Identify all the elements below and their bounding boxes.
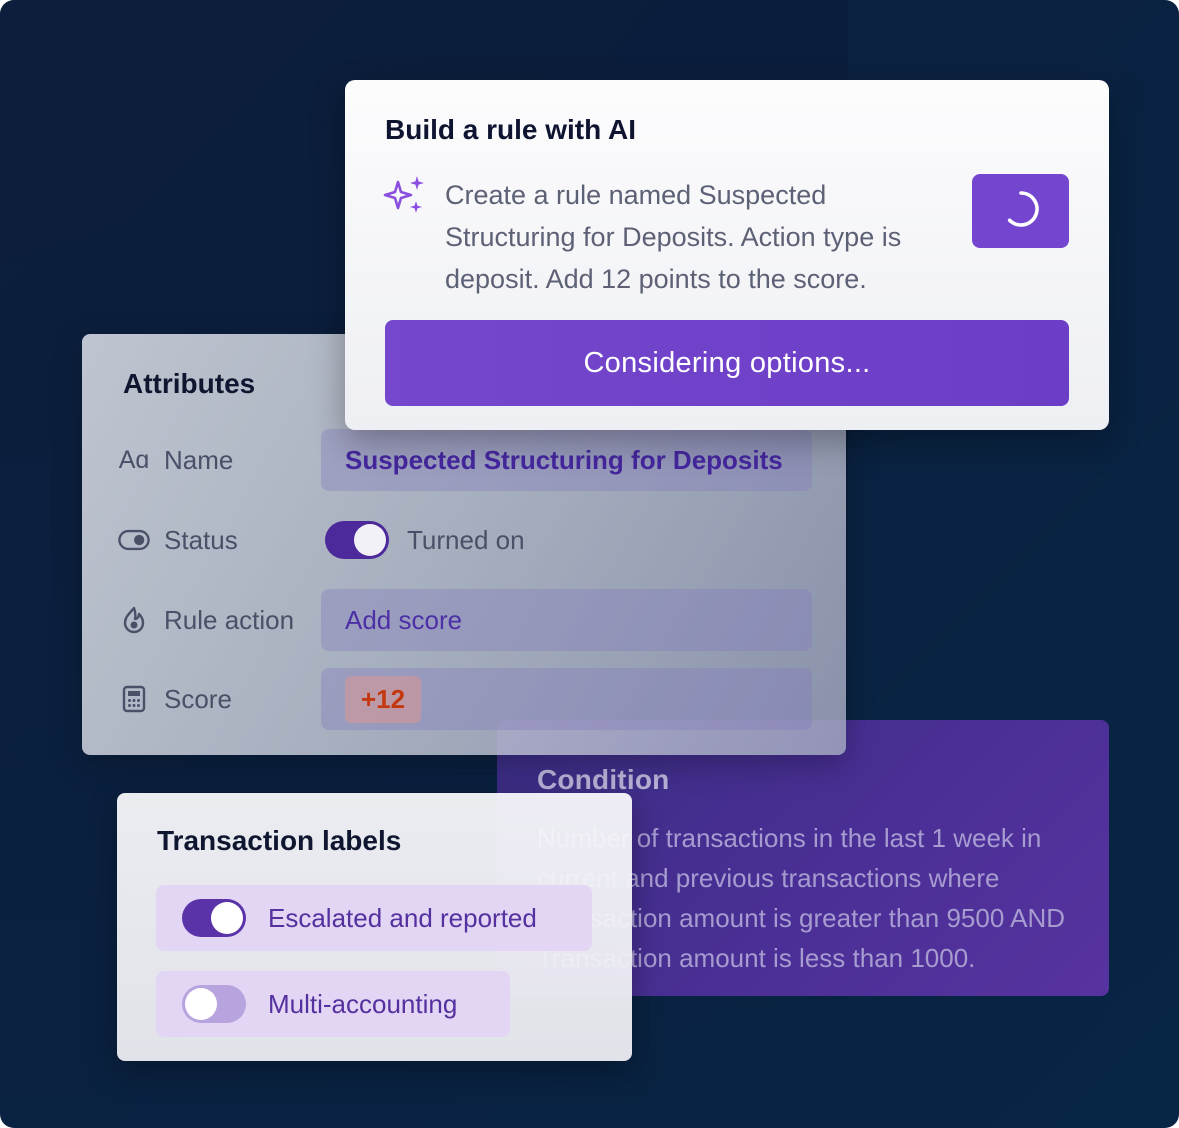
label-text: Escalated and reported: [268, 902, 537, 933]
canvas: Condition Number of transactions in the …: [0, 0, 1179, 1128]
score-label-group: Score: [118, 668, 232, 730]
name-label: Name: [164, 444, 234, 475]
label-escalated-and-reported[interactable]: Escalated and reported: [156, 885, 592, 951]
score-chip: +12: [345, 675, 422, 723]
flame-icon: [118, 604, 150, 636]
ai-card-title: Build a rule with AI: [385, 114, 636, 145]
rule-action-label-group: Rule action: [118, 589, 294, 651]
score-field[interactable]: +12: [321, 668, 812, 730]
sparkle-icon: [383, 174, 427, 218]
transaction-labels-card: Transaction labels Escalated and reporte…: [117, 793, 632, 1061]
label-multi-accounting[interactable]: Multi-accounting: [156, 971, 510, 1037]
considering-options-button[interactable]: Considering options...: [385, 320, 1069, 406]
ai-prompt-text[interactable]: Create a rule named Suspected Structurin…: [445, 174, 945, 300]
status-control: Turned on: [325, 509, 525, 571]
calculator-icon: [118, 683, 150, 715]
label-text: Multi-accounting: [268, 988, 458, 1019]
attribute-row-status: Status Turned on: [118, 509, 812, 571]
multi-accounting-toggle[interactable]: [182, 985, 246, 1023]
score-label: Score: [164, 683, 232, 714]
escalated-toggle[interactable]: [182, 899, 246, 937]
attributes-title: Attributes: [123, 368, 256, 399]
text-aa-icon: Aɑ: [118, 445, 150, 474]
attribute-row-rule-action: Rule action Add score: [118, 589, 812, 651]
rule-action-label: Rule action: [164, 604, 295, 635]
toggle-icon: [118, 524, 150, 556]
attribute-row-score: Score +12: [118, 668, 812, 730]
generate-button[interactable]: [972, 174, 1069, 248]
status-value: Turned on: [407, 524, 525, 555]
status-toggle[interactable]: [325, 521, 389, 559]
name-field[interactable]: Suspected Structuring for Deposits: [321, 429, 812, 491]
name-label-group: Aɑ Name: [118, 429, 234, 491]
ai-rule-builder-card: Build a rule with AI Create a rule named…: [345, 80, 1109, 430]
spinner-icon: [1001, 189, 1041, 234]
condition-title: Condition: [537, 764, 670, 795]
transaction-labels-title: Transaction labels: [157, 825, 402, 856]
status-label: Status: [164, 524, 238, 555]
status-label-group: Status: [118, 509, 238, 571]
rule-action-field[interactable]: Add score: [321, 589, 812, 651]
attribute-row-name: Aɑ Name Suspected Structuring for Deposi…: [118, 429, 812, 491]
